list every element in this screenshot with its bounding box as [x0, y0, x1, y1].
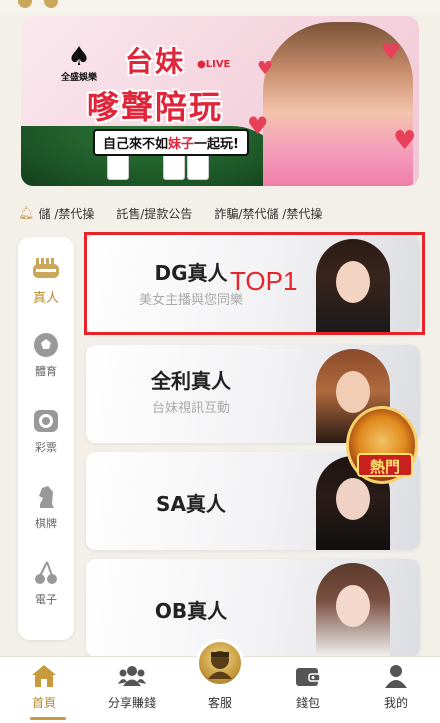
promo-banner[interactable]: ♠ 全盛娛樂 台妹 ●LIVE 嗲聲陪玩 自己來不如妹子一起玩! ♥ ♥ ♥ ♥ — [21, 16, 419, 186]
notice-message: 儲 /禁代操 — [38, 206, 95, 221]
game-name: SA真人 — [156, 492, 226, 516]
top-status-strip — [0, 0, 440, 14]
profile-icon — [382, 662, 410, 690]
notice-marquee[interactable]: 🔔︎ 儲 /禁代操 託售/提款公告 詐騙/禁代儲 /禁代操 — [18, 203, 422, 223]
chess-knight-icon — [32, 483, 60, 511]
notice-message: 詐騙/禁代儲 /禁代操 — [214, 206, 323, 221]
brand-logo: ♠ 全盛娛樂 — [51, 38, 107, 88]
top1-label: TOP1 — [230, 266, 298, 296]
live-tag: ●LIVE — [197, 59, 231, 70]
live-dealer-icon — [32, 255, 60, 283]
nav-share-earn[interactable]: 分享賺錢 — [88, 657, 176, 723]
gold-dot-decoration — [18, 0, 32, 8]
lottery-ball-icon — [32, 407, 60, 435]
home-icon — [30, 662, 58, 690]
logo-text: 全盛娛樂 — [60, 72, 97, 83]
game-subtitle: 台妹視訊互動 — [151, 401, 230, 416]
heart-icon: ♥ — [247, 112, 269, 140]
sidebar-item-label: 真人 — [32, 291, 59, 306]
dealer-portrait — [316, 563, 390, 657]
nav-profile[interactable]: 我的 — [352, 657, 440, 723]
customer-service-avatar-icon[interactable] — [196, 639, 244, 687]
hot-badge-text: 熱門 — [357, 453, 413, 477]
slogan-highlight: 妹子 — [168, 137, 195, 152]
banner-slogan: 自己來不如妹子一起玩! — [93, 129, 249, 156]
banner-title-line1: 台妹 — [125, 45, 186, 78]
cherry-icon — [32, 559, 60, 587]
sidebar-item-sports[interactable]: 體育 — [18, 321, 74, 391]
soccer-ball-icon — [32, 331, 60, 359]
sidebar-item-live[interactable]: 真人 — [18, 245, 74, 315]
sidebar-item-label: 彩票 — [35, 441, 57, 454]
slogan-prefix: 自己來不如 — [103, 137, 169, 152]
group-icon — [118, 662, 146, 690]
sidebar-item-slots[interactable]: 電子 — [18, 549, 74, 619]
dealer-face — [336, 585, 370, 627]
game-name: OB真人 — [154, 599, 228, 623]
notice-message: 託售/提款公告 — [116, 206, 193, 221]
game-name: 全利真人 — [151, 369, 231, 393]
heart-icon: ♥ — [257, 58, 274, 79]
game-card-ob[interactable]: OB真人 — [86, 559, 420, 657]
banner-title-line2: 嗲聲陪玩 — [87, 88, 224, 126]
nav-wallet[interactable]: 錢包 — [264, 657, 352, 723]
nav-label: 首頁 — [31, 696, 56, 710]
heart-icon: ♥ — [381, 40, 401, 65]
nav-label: 錢包 — [295, 696, 320, 710]
hot-tiger-badge: 熱門 — [346, 406, 418, 484]
sidebar-item-lottery[interactable]: 彩票 — [18, 397, 74, 467]
nav-label: 客服 — [207, 696, 232, 710]
sidebar-item-label: 棋牌 — [35, 517, 57, 530]
dealer-face — [336, 371, 370, 413]
gold-dot-decoration — [44, 0, 58, 8]
nav-label: 分享賺錢 — [107, 696, 156, 710]
wallet-icon — [294, 662, 322, 690]
sidebar-item-label: 體育 — [35, 365, 57, 378]
bell-icon: 🔔︎ — [18, 205, 35, 221]
nav-home[interactable]: 首頁 — [0, 657, 88, 723]
slogan-suffix: 一起玩! — [194, 137, 239, 152]
nav-label: 我的 — [383, 696, 408, 710]
dealer-face — [336, 478, 370, 520]
heart-icon: ♥ — [393, 126, 417, 156]
active-nav-indicator — [30, 717, 66, 720]
sidebar-item-boardgames[interactable]: 棋牌 — [18, 473, 74, 543]
category-sidebar: 真人 體育 彩票 棋牌 電子 — [18, 237, 74, 640]
spade-icon: ♠ — [67, 41, 91, 72]
sidebar-item-label: 電子 — [35, 593, 57, 606]
